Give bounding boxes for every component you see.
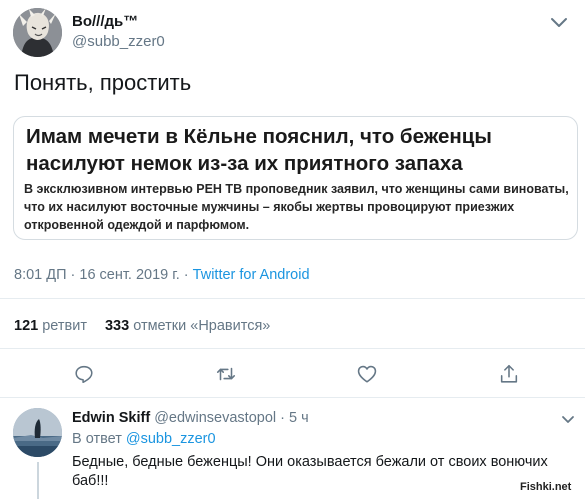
like-label: отметки «Нравится»	[133, 318, 271, 334]
reply-author-handle[interactable]: @edwinsevastopol	[154, 410, 276, 426]
tweet-timestamp[interactable]: 8:01 ДП · 16 сент. 2019 г. ·	[14, 267, 193, 283]
retweet-stat[interactable]: 121 ретвит	[14, 318, 87, 334]
tweet-text: Понять, простить	[14, 70, 192, 95]
thread-line	[37, 462, 39, 499]
divider	[0, 348, 585, 349]
chevron-down-icon[interactable]	[548, 14, 570, 30]
reply-context-prefix: В ответ	[72, 431, 126, 447]
reply-time[interactable]: · 5 ч	[280, 410, 309, 426]
like-stat[interactable]: 333 отметки «Нравится»	[105, 318, 270, 334]
reply-author-name[interactable]: Edwin Skiff	[72, 410, 150, 426]
retweet-count: 121	[14, 318, 39, 334]
retweet-label: ретвит	[42, 318, 87, 334]
author-handle[interactable]: @subb_zzer0	[72, 33, 165, 50]
author-name[interactable]: Bo///дь™	[72, 13, 138, 30]
reply-text: Бедные, бедные беженцы! Они оказывается …	[72, 454, 548, 489]
tweet-stats: 121 ретвит 333 отметки «Нравится»	[14, 318, 270, 334]
reply-to-handle[interactable]: @subb_zzer0	[126, 431, 216, 447]
divider	[0, 397, 585, 398]
tweet-source-link[interactable]: Twitter for Android	[193, 267, 310, 283]
quoted-article-card[interactable]: Имам мечети в Кёльне пояснил, что беженц…	[13, 116, 578, 240]
article-headline: Имам мечети в Кёльне пояснил, что беженц…	[26, 125, 492, 175]
like-icon[interactable]	[356, 363, 380, 387]
divider	[0, 298, 585, 299]
watermark: Fishki.net	[517, 481, 575, 493]
retweet-icon[interactable]	[215, 363, 239, 387]
tweet-meta: 8:01 ДП · 16 сент. 2019 г. · Twitter for…	[14, 267, 310, 283]
like-count: 333	[104, 318, 130, 334]
reply-context: В ответ @subb_zzer0	[72, 431, 216, 447]
author-avatar[interactable]	[13, 8, 62, 57]
reply-chevron-down-icon[interactable]	[560, 413, 576, 425]
share-icon[interactable]	[498, 363, 522, 387]
reply-icon[interactable]	[73, 363, 97, 387]
article-lead: В эксклюзивном интервью РЕН ТВ проповедн…	[24, 182, 569, 232]
reply-author-avatar[interactable]	[13, 408, 62, 457]
reply-header: Edwin Skiff @edwinsevastopol · 5 ч	[72, 410, 309, 426]
